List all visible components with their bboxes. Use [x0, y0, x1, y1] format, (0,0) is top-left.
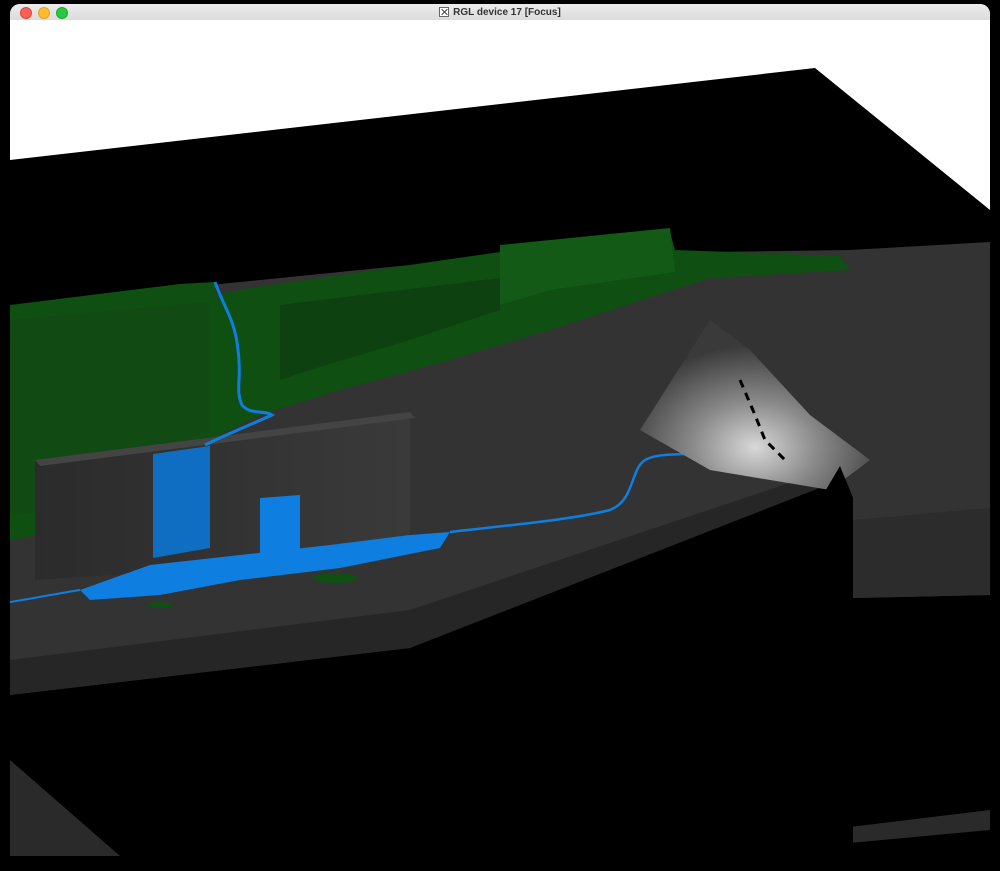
- window-controls: [20, 7, 68, 19]
- rgl-window: RGL device 17 [Focus]: [10, 4, 990, 856]
- window-title: RGL device 17 [Focus]: [453, 6, 561, 18]
- minimize-button[interactable]: [38, 7, 50, 19]
- wetland-patch: [148, 602, 172, 608]
- terrain-right-face: [853, 508, 990, 598]
- zoom-button[interactable]: [56, 7, 68, 19]
- waterfall: [153, 446, 210, 558]
- terrain-scene[interactable]: [10, 20, 990, 856]
- close-button[interactable]: [20, 7, 32, 19]
- window-title-group: RGL device 17 [Focus]: [439, 7, 561, 18]
- wetland-patch: [313, 573, 357, 583]
- rgl-3d-viewport[interactable]: [10, 20, 990, 856]
- x11-icon: [439, 7, 450, 17]
- title-bar[interactable]: RGL device 17 [Focus]: [10, 4, 990, 21]
